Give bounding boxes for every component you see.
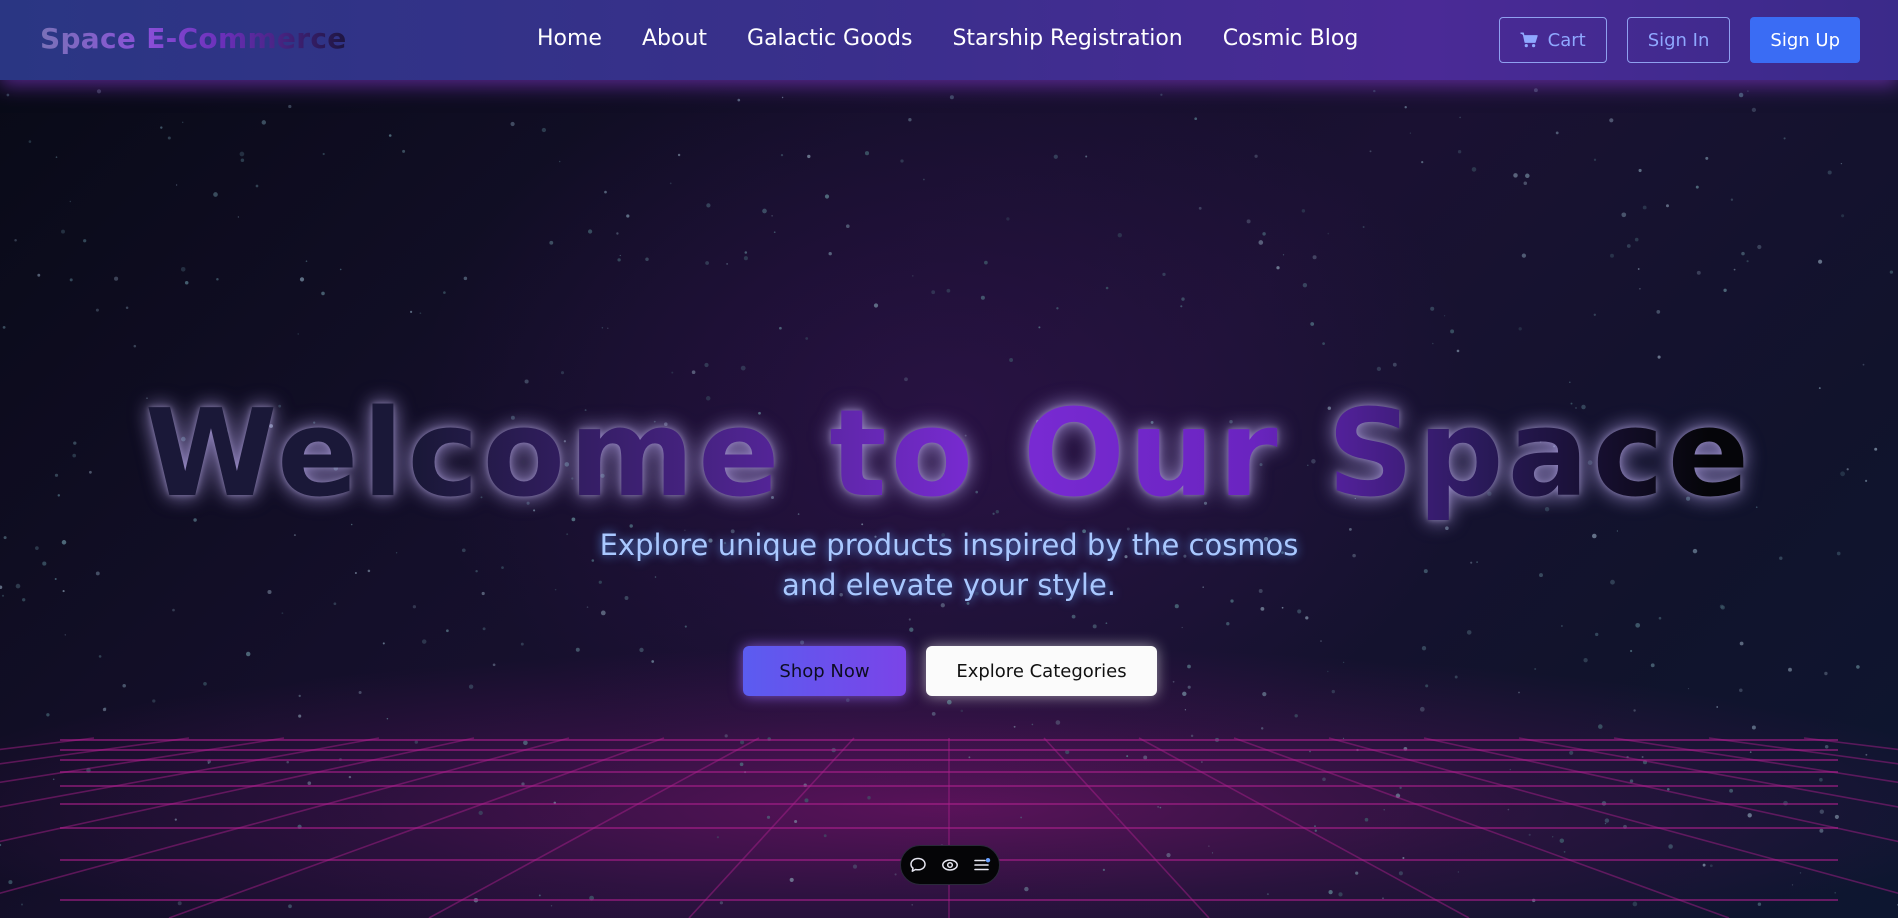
eye-icon[interactable] xyxy=(941,856,959,874)
list-icon[interactable] xyxy=(973,856,991,874)
floating-toolbar xyxy=(900,845,1000,885)
comment-icon[interactable] xyxy=(909,856,927,874)
shopping-cart-icon xyxy=(1520,32,1538,48)
hero-subtitle-line-2: and elevate your style. xyxy=(781,568,1117,602)
explore-categories-button[interactable]: Explore Categories xyxy=(926,646,1157,696)
page: Space E-Commerce Home About Galactic Goo… xyxy=(0,0,1898,918)
hero-subtitle-line-1: Explore unique products inspired by the … xyxy=(599,528,1299,562)
sign-in-button[interactable]: Sign In xyxy=(1626,17,1731,63)
nav-galactic-goods[interactable]: Galactic Goods xyxy=(747,26,912,51)
shop-now-button[interactable]: Shop Now xyxy=(743,646,906,696)
cart-label: Cart xyxy=(1547,29,1586,51)
nav-starship-registration[interactable]: Starship Registration xyxy=(952,26,1182,51)
header-actions: Cart Sign In Sign Up xyxy=(1498,17,1860,63)
sign-up-button[interactable]: Sign Up xyxy=(1750,17,1860,63)
cart-button[interactable]: Cart xyxy=(1498,17,1607,63)
top-navbar: Space E-Commerce Home About Galactic Goo… xyxy=(0,0,1898,80)
brand-logo[interactable]: Space E-Commerce xyxy=(40,22,347,55)
main-nav: Home About Galactic Goods Starship Regis… xyxy=(537,26,1358,51)
hero-cta-group: Shop Now Explore Categories xyxy=(743,646,1157,696)
nav-cosmic-blog[interactable]: Cosmic Blog xyxy=(1223,26,1359,51)
nav-about[interactable]: About xyxy=(642,26,707,51)
neon-grid-floor xyxy=(0,737,1898,918)
nav-home[interactable]: Home xyxy=(537,26,602,51)
hero-title: Welcome to Our Space xyxy=(0,385,1898,525)
hero-subtitle: Explore unique products inspired by the … xyxy=(0,525,1898,605)
